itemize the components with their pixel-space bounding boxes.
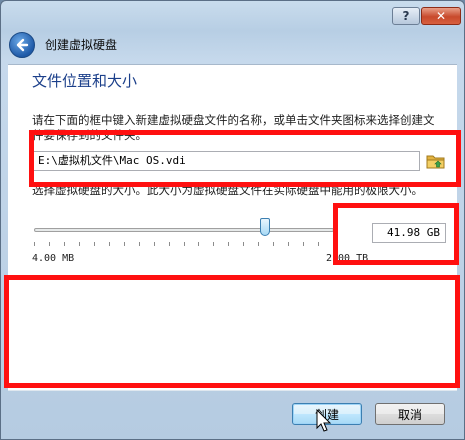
slider-tick [258,242,259,246]
slider-tick [79,242,80,246]
slider-tick [184,242,185,246]
size-slider-thumb[interactable] [260,218,270,236]
folder-icon [426,155,445,169]
mouse-pointer-icon [316,409,332,432]
slider-tick [124,242,125,246]
slider-tick [228,242,229,246]
size-description: 选择虚拟硬盘的大小。此大小为虚拟硬盘文件在实际硬盘中能用的极限大小。 [32,183,423,197]
section-title: 文件位置和大小 [32,72,138,90]
slider-tick [34,242,35,246]
file-path-input[interactable]: E:\虚拟机文件\Mac OS.vdi [32,151,420,171]
slider-tick [318,242,319,246]
back-button[interactable] [9,32,35,58]
wizard-title: 创建虚拟硬盘 [45,38,118,52]
wizard-page: 文件位置和大小 请在下面的框中键入新建虚拟硬盘文件的名称，或单击文件夹图标来选择… [8,64,457,391]
slider-tick [198,242,199,246]
help-button[interactable]: ? [392,7,420,25]
help-icon: ? [402,9,410,23]
slider-tick [288,242,289,246]
min-size-label: 4.00 MB [32,253,75,264]
location-description: 请在下面的框中键入新建虚拟硬盘文件的名称，或单击文件夹图标来选择创建文件要保存到… [32,113,435,142]
choose-folder-button[interactable] [426,151,446,171]
slider-tick [64,242,65,246]
slider-tick [49,242,50,246]
slider-tick [333,242,334,246]
size-input[interactable]: 41.98 GB [372,223,446,243]
size-slider-track[interactable] [34,228,334,232]
slider-tick [243,242,244,246]
slider-tick [303,242,304,246]
slider-tick [169,242,170,246]
slider-tick [154,242,155,246]
cancel-button[interactable]: 取消 [375,403,445,425]
slider-tick [273,242,274,246]
max-size-label: 2.00 TB [326,253,369,264]
slider-tick [139,242,140,246]
size-slider-ticks [34,242,334,248]
close-icon: ✕ [435,9,447,23]
wizard-header: 创建虚拟硬盘 [9,29,458,61]
slider-tick [94,242,95,246]
slider-tick [213,242,214,246]
close-button[interactable]: ✕ [421,7,461,25]
slider-tick [109,242,110,246]
footer-divider [8,390,457,391]
back-arrow-icon [16,38,29,52]
